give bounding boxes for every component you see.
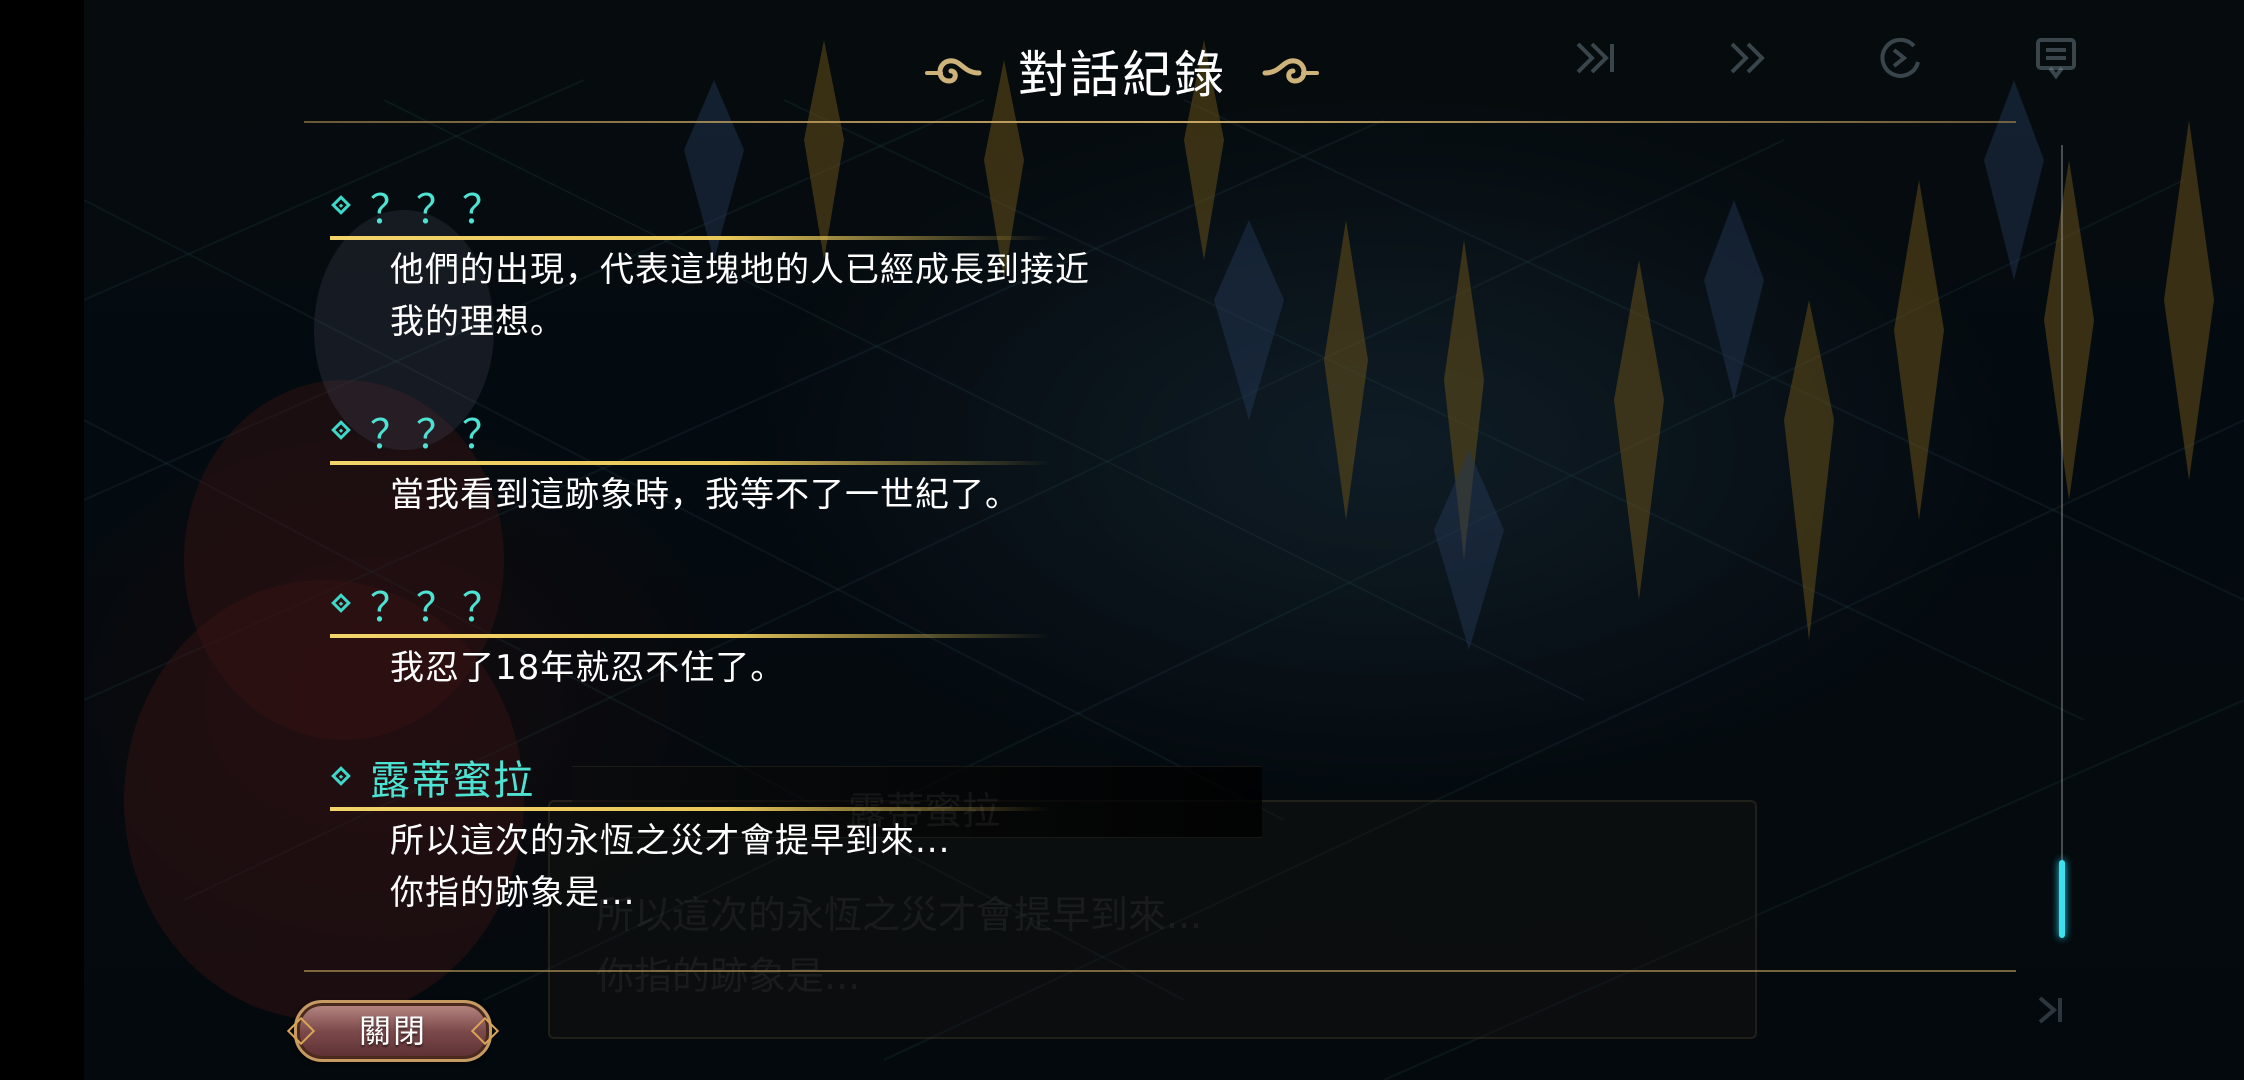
dialog-line: 你指的跡象是... <box>390 873 636 913</box>
log-entry: ？？？ 他們的出現，代表這塊地的人已經成長到接近 我的理想。 <box>330 182 1730 348</box>
speaker-name: ？？？ <box>370 412 508 458</box>
speaker-underline <box>330 634 1050 638</box>
log-entry: ？？？ 當我看到這跡象時，我等不了一世紀了。 <box>330 407 1730 521</box>
scrollbar-track[interactable] <box>2061 145 2063 925</box>
speaker-underline <box>330 236 1050 240</box>
close-button[interactable]: 關閉 <box>286 1000 500 1062</box>
next-page-icon <box>2030 990 2070 1030</box>
left-flourish-icon <box>923 53 983 97</box>
page-title: 對話紀錄 <box>1018 46 1226 104</box>
dialog-line: 我忍了18年就忍不住了。 <box>390 648 786 688</box>
speaker-row: ？？？ <box>330 580 1730 638</box>
speaker-row: 露蒂蜜拉 <box>330 753 1730 811</box>
speaker-name: 露蒂蜜拉 <box>370 758 534 804</box>
header-divider <box>304 121 2016 123</box>
letterbox-left <box>0 0 84 1080</box>
game-screen: 露蒂蜜拉 所以這次的永恆之災才會提早到來... 你指的跡象是... 對話紀錄 ？… <box>0 0 2244 1080</box>
speaker-row: ？？？ <box>330 182 1730 240</box>
speaker-underline <box>330 807 1050 811</box>
log-entry: ？？？ 我忍了18年就忍不住了。 <box>330 580 1730 694</box>
speaker-name: ？？？ <box>370 187 508 233</box>
scrollbar-thumb[interactable] <box>2059 860 2065 938</box>
footer-divider <box>304 970 2016 972</box>
speaker-name: ？？？ <box>370 585 508 631</box>
dialog-line: 他們的出現，代表這塊地的人已經成長到接近 <box>390 250 1090 290</box>
dialog-line: 所以這次的永恆之災才會提早到來... <box>390 821 951 861</box>
close-button-label: 關閉 <box>358 1012 427 1050</box>
diamond-bullet-icon <box>331 195 351 215</box>
dialog-line: 我的理想。 <box>390 302 565 342</box>
log-header: 對話紀錄 <box>0 30 2244 120</box>
diamond-bullet-icon <box>331 420 351 440</box>
speaker-row: ？？？ <box>330 407 1730 465</box>
dialog-line: 當我看到這跡象時，我等不了一世紀了。 <box>390 475 1020 515</box>
right-flourish-icon <box>1261 53 1321 97</box>
diamond-bullet-icon <box>331 766 351 786</box>
log-entry: 露蒂蜜拉 所以這次的永恆之災才會提早到來... 你指的跡象是... <box>330 753 1730 919</box>
speaker-underline <box>330 461 1050 465</box>
diamond-bullet-icon <box>331 593 351 613</box>
